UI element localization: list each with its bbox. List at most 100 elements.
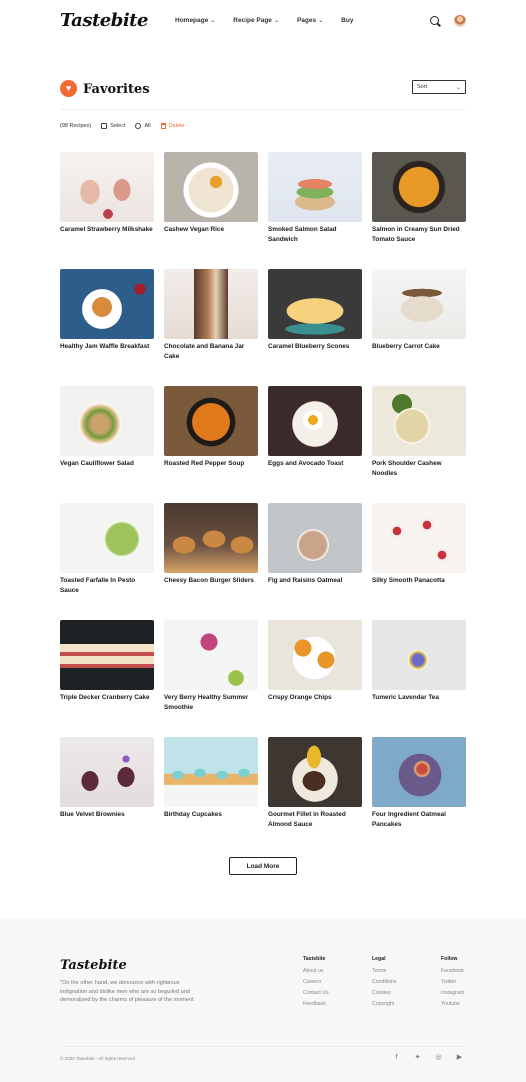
recipe-image[interactable] [268,269,362,339]
recipe-image[interactable] [268,386,362,456]
sort-dropdown[interactable]: Sort ⌄ [412,80,466,94]
recipe-image[interactable] [372,386,466,456]
recipe-image[interactable] [164,152,258,222]
recipe-image[interactable] [60,503,154,573]
recipe-image[interactable] [164,269,258,339]
load-more-button[interactable]: Load More [229,857,297,875]
footer-link[interactable]: Cookies [372,988,397,999]
recipe-card[interactable]: Healthy Jam Waffle Breakfast [60,269,154,362]
recipe-title[interactable]: Caramel Blueberry Scones [268,342,362,352]
recipe-card[interactable]: Eggs and Avocado Toast [268,386,362,479]
recipe-card[interactable]: Vegan Cauliflower Salad [60,386,154,479]
recipe-card[interactable]: Roasted Red Pepper Soup [164,386,258,479]
footer-link[interactable]: Instagram [441,988,464,999]
footer-link[interactable]: Conditions [372,977,397,988]
search-icon[interactable] [430,16,441,27]
recipe-title[interactable]: Crispy Orange Chips [268,693,362,703]
recipe-title[interactable]: Pork Shoulder Cashew Noodles [372,459,466,479]
recipe-card[interactable]: Crispy Orange Chips [268,620,362,713]
recipe-title[interactable]: Cheesy Bacon Burger Sliders [164,576,258,586]
recipe-image[interactable] [60,152,154,222]
recipe-card[interactable]: Caramel Blueberry Scones [268,269,362,362]
recipe-card[interactable]: Caramel Strawberry Milkshake [60,152,154,245]
recipe-card[interactable]: Fig and Raisins Oatmeal [268,503,362,596]
youtube-icon[interactable]: ▶ [456,1054,463,1061]
footer-link[interactable]: About us [303,966,329,977]
recipe-card[interactable]: Chocolate and Banana Jar Cake [164,269,258,362]
recipe-card[interactable]: Four Ingredient Oatmeal Pancakes [372,737,466,830]
recipe-title[interactable]: Gourmet Fillet in Roasted Almond Sauce [268,810,362,830]
recipe-image[interactable] [372,269,466,339]
footer-logo[interactable]: Tastebite [60,958,127,973]
recipe-image[interactable] [268,737,362,807]
instagram-icon[interactable]: ◎ [435,1054,442,1061]
recipe-title[interactable]: Caramel Strawberry Milkshake [60,225,154,235]
footer-link[interactable]: Terms [372,966,397,977]
recipe-title[interactable]: Vegan Cauliflower Salad [60,459,154,469]
recipe-image[interactable] [268,620,362,690]
avatar[interactable] [454,15,466,27]
recipe-image[interactable] [372,620,466,690]
recipe-title[interactable]: Toasted Farfalle In Pesto Sauce [60,576,154,596]
recipe-card[interactable]: Salmon in Creamy Sun Dried Tomato Sauce [372,152,466,245]
recipe-title[interactable]: Silky Smooth Panacotta [372,576,466,586]
recipe-card[interactable]: Very Berry Healthy Summer Smoothie [164,620,258,713]
recipe-card[interactable]: Gourmet Fillet in Roasted Almond Sauce [268,737,362,830]
recipe-card[interactable]: Triple Decker Cranberry Cake [60,620,154,713]
recipe-title[interactable]: Cashew Vegan Rice [164,225,258,235]
recipe-card[interactable]: Blueberry Carrot Cake [372,269,466,362]
recipe-title[interactable]: Roasted Red Pepper Soup [164,459,258,469]
recipe-card[interactable]: Pork Shoulder Cashew Noodles [372,386,466,479]
recipe-card[interactable]: Toasted Farfalle In Pesto Sauce [60,503,154,596]
facebook-icon[interactable]: f [393,1054,400,1061]
recipe-title[interactable]: Fig and Raisins Oatmeal [268,576,362,586]
select-button[interactable]: Select [101,123,125,129]
recipe-title[interactable]: Very Berry Healthy Summer Smoothie [164,693,258,713]
recipe-image[interactable] [60,620,154,690]
footer-link[interactable]: Contact Us [303,988,329,999]
recipe-image[interactable] [164,620,258,690]
footer-link[interactable]: Twitter [441,977,464,988]
footer-link[interactable]: Copyright [372,999,397,1010]
nav-pages[interactable]: Pages ⌄ [297,17,323,24]
recipe-image[interactable] [372,737,466,807]
recipe-card[interactable]: Silky Smooth Panacotta [372,503,466,596]
select-all-radio[interactable]: All [135,123,151,129]
recipe-image[interactable] [268,152,362,222]
recipe-card[interactable]: Cashew Vegan Rice [164,152,258,245]
recipe-title[interactable]: Blue Velvet Brownies [60,810,154,820]
recipe-image[interactable] [60,737,154,807]
recipe-title[interactable]: Healthy Jam Waffle Breakfast [60,342,154,352]
recipe-image[interactable] [164,737,258,807]
recipe-image[interactable] [372,152,466,222]
recipe-image[interactable] [60,386,154,456]
recipe-title[interactable]: Tumeric Lavendar Tea [372,693,466,703]
delete-button[interactable]: Delete [160,123,185,129]
recipe-title[interactable]: Salmon in Creamy Sun Dried Tomato Sauce [372,225,466,245]
footer-link[interactable]: Feedback [303,999,329,1010]
recipe-image[interactable] [268,503,362,573]
recipe-title[interactable]: Triple Decker Cranberry Cake [60,693,154,703]
recipe-image[interactable] [60,269,154,339]
recipe-card[interactable]: Cheesy Bacon Burger Sliders [164,503,258,596]
recipe-title[interactable]: Eggs and Avocado Toast [268,459,362,469]
recipe-title[interactable]: Blueberry Carrot Cake [372,342,466,352]
nav-homepage[interactable]: Homepage ⌄ [175,17,215,24]
recipe-image[interactable] [164,386,258,456]
recipe-card[interactable]: Birthday Cupcakes [164,737,258,830]
recipe-image[interactable] [372,503,466,573]
recipe-card[interactable]: Tumeric Lavendar Tea [372,620,466,713]
twitter-icon[interactable]: ✦ [414,1054,421,1061]
footer-link[interactable]: Facebook [441,966,464,977]
recipe-title[interactable]: Four Ingredient Oatmeal Pancakes [372,810,466,830]
recipe-image[interactable] [164,503,258,573]
footer-link[interactable]: Careers [303,977,329,988]
nav-recipe-page[interactable]: Recipe Page ⌄ [233,17,279,24]
nav-buy[interactable]: Buy [341,17,353,24]
recipe-title[interactable]: Smoked Salmon Salad Sandwich [268,225,362,245]
recipe-title[interactable]: Chocolate and Banana Jar Cake [164,342,258,362]
recipe-title[interactable]: Birthday Cupcakes [164,810,258,820]
recipe-card[interactable]: Smoked Salmon Salad Sandwich [268,152,362,245]
footer-link[interactable]: Youtube [441,999,464,1010]
site-logo[interactable]: Tastebite [60,10,148,31]
